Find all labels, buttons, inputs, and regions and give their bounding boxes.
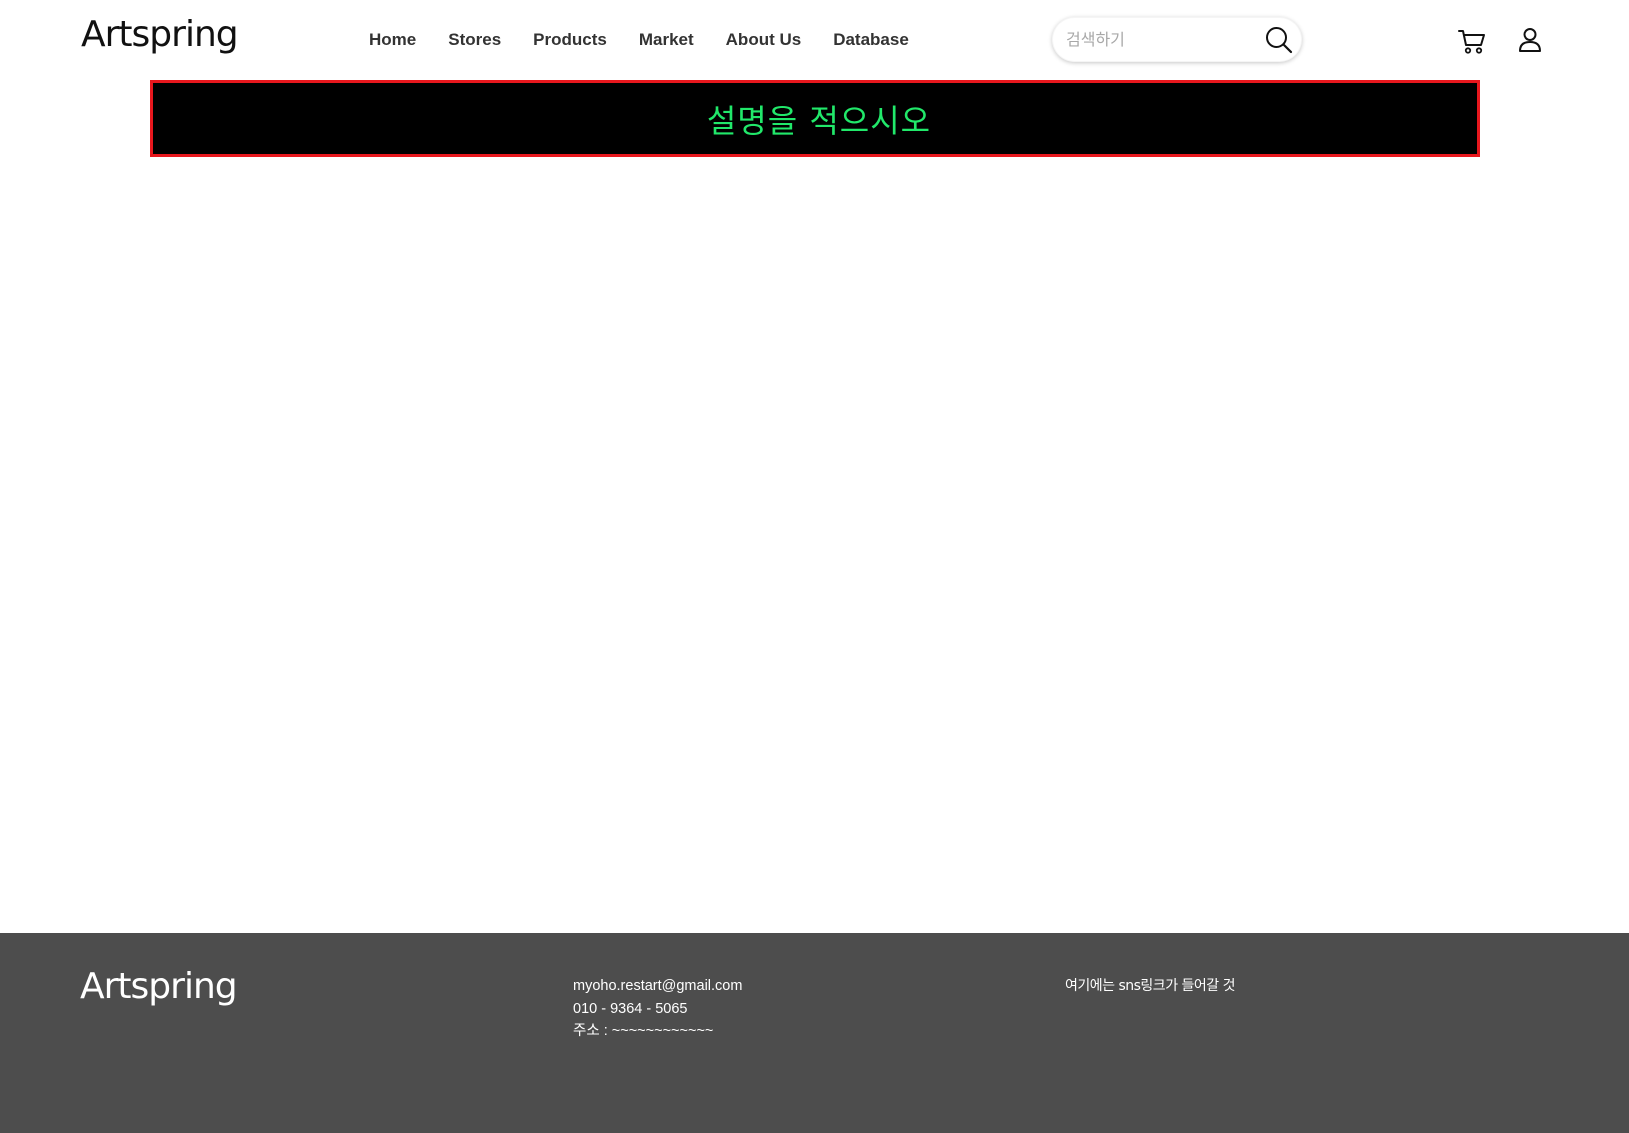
search-input[interactable] [1066,24,1251,54]
site-logo[interactable]: Artspring [81,13,239,57]
nav-products[interactable]: Products [533,26,607,54]
nav-database[interactable]: Database [833,26,909,54]
nav-stores[interactable]: Stores [448,26,501,54]
user-icon[interactable] [1515,25,1545,55]
nav-about-us[interactable]: About Us [726,26,802,54]
page: Artspring Home Stores Products Market Ab… [0,0,1629,1133]
search-icon[interactable] [1264,25,1294,55]
site-footer: Artspring myoho.restart@gmail.com 010 - … [0,933,1629,1133]
banner-text: 설명을 적으시오 [706,101,932,140]
description-banner: 설명을 적으시오 [150,80,1480,157]
footer-logo: Artspring [80,966,238,1007]
footer-address: 주소 : ~~~~~~~~~~~~ [573,1023,714,1039]
search-box [1052,17,1302,62]
main-nav: Home Stores Products Market About Us Dat… [369,26,909,54]
cart-icon[interactable] [1457,26,1487,56]
footer-phone: 010 - 9364 - 5065 [573,1000,688,1017]
nav-home[interactable]: Home [369,26,416,54]
footer-email: myoho.restart@gmail.com [573,978,743,994]
site-header: Artspring Home Stores Products Market Ab… [0,0,1629,80]
nav-market[interactable]: Market [639,26,694,54]
footer-contact: myoho.restart@gmail.com 010 - 9364 - 506… [573,975,742,1043]
footer-sns-note: 여기에는 sns링크가 들어갈 것 [1065,978,1236,994]
